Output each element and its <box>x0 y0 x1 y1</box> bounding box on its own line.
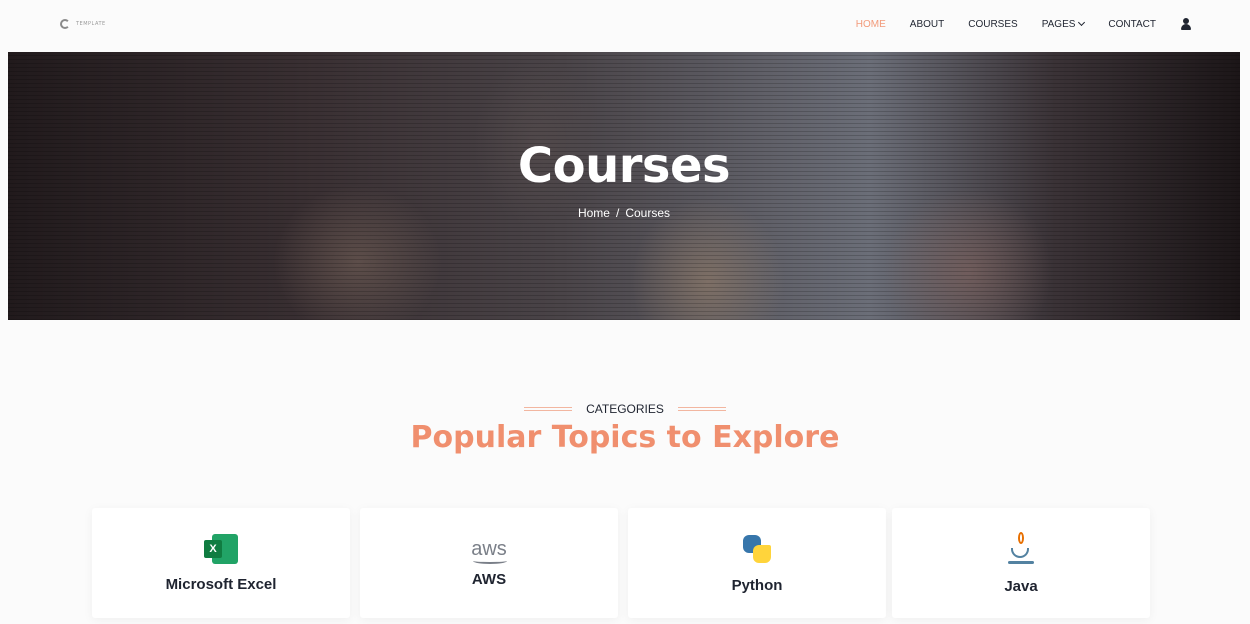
breadcrumb: Home / Courses <box>8 206 1240 220</box>
category-label: AWS <box>471 570 507 588</box>
category-card-python[interactable]: Python <box>628 508 886 618</box>
nav-pages[interactable]: PAGES <box>1041 18 1086 30</box>
nav-contact[interactable]: CONTACT <box>1108 19 1156 30</box>
aws-icon: aws <box>471 539 508 564</box>
page-title: Courses <box>517 138 731 194</box>
category-cards: X Microsoft Excel aws AWS Python Java <box>92 508 1152 624</box>
breadcrumb-separator: / <box>615 206 620 220</box>
logo[interactable]: TEMPLATE <box>60 19 106 29</box>
excel-icon: X <box>204 533 238 564</box>
category-label: Python <box>731 576 783 594</box>
navbar: TEMPLATE HOME ABOUT COURSES PAGES CONTAC… <box>0 0 1250 48</box>
eyebrow-label: CATEGORIES <box>586 402 664 416</box>
category-label: Microsoft Excel <box>165 575 277 593</box>
hero-banner: Courses Home / Courses <box>8 52 1240 320</box>
nav-home[interactable]: HOME <box>856 19 886 30</box>
breadcrumb-home[interactable]: Home <box>578 206 610 220</box>
user-icon[interactable] <box>1180 18 1192 30</box>
section-title: Popular Topics to Explore <box>410 420 840 455</box>
nav-about[interactable]: ABOUT <box>910 19 944 30</box>
nav-pages-label: PAGES <box>1041 18 1076 30</box>
main-nav: HOME ABOUT COURSES PAGES CONTACT <box>856 18 1192 30</box>
category-card-excel[interactable]: X Microsoft Excel <box>92 508 350 618</box>
logo-text: TEMPLATE <box>76 21 106 27</box>
section-eyebrow: CATEGORIES <box>524 402 726 416</box>
eyebrow-line-left <box>524 407 573 411</box>
nav-courses[interactable]: COURSES <box>968 19 1017 30</box>
section-eyebrow-row: CATEGORIES <box>0 396 1250 416</box>
chevron-down-icon <box>1078 18 1086 27</box>
breadcrumb-current: Courses <box>625 206 671 220</box>
page: TEMPLATE HOME ABOUT COURSES PAGES CONTAC… <box>0 0 1250 624</box>
java-icon <box>1007 531 1035 566</box>
logo-mark-icon <box>60 19 70 29</box>
eyebrow-line-right <box>677 407 726 411</box>
category-card-aws[interactable]: aws AWS <box>360 508 618 618</box>
python-icon <box>741 533 773 565</box>
category-card-java[interactable]: Java <box>892 508 1150 618</box>
category-label: Java <box>1004 577 1038 595</box>
